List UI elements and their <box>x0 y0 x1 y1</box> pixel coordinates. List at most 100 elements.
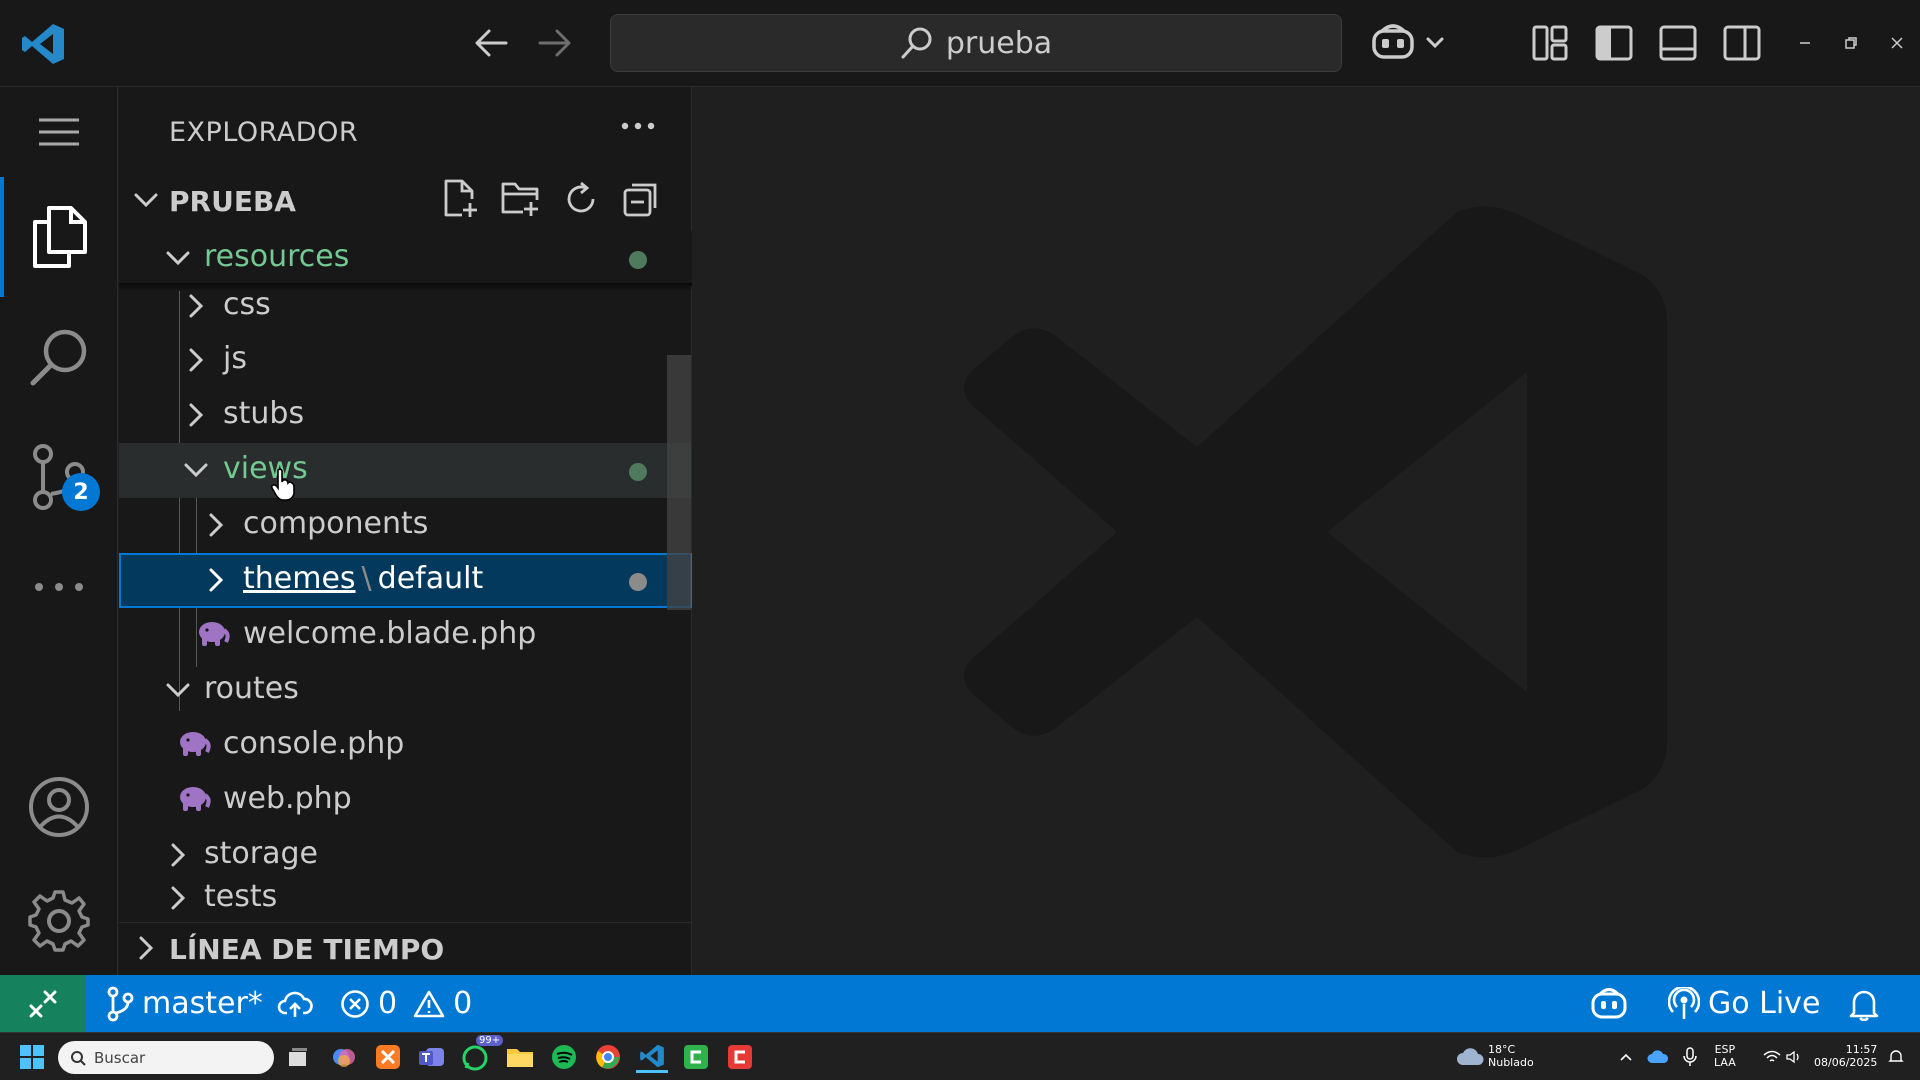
notification-center-icon[interactable] <box>1880 1041 1912 1073</box>
vscode-watermark-icon <box>964 206 1667 858</box>
tray-chevron-up-icon[interactable] <box>1610 1041 1642 1073</box>
sidebar-scrollbar[interactable] <box>667 355 691 610</box>
explorer-files-icon[interactable] <box>0 177 118 297</box>
microphone-icon[interactable] <box>1674 1041 1706 1073</box>
error-icon <box>341 989 369 1018</box>
weather-widget[interactable]: 18°C Nublado <box>1488 1043 1534 1069</box>
forward-arrow-icon[interactable] <box>532 20 578 66</box>
task-view-icon[interactable] <box>282 1041 314 1073</box>
whatsapp-icon[interactable]: 99+ <box>460 1035 504 1073</box>
toggle-panel-icon[interactable] <box>1658 20 1698 66</box>
clock[interactable]: 11:57 08/06/2025 <box>1814 1043 1877 1069</box>
timeline-section-header[interactable]: LÍNEA DE TIEMPO <box>119 922 692 975</box>
chevron-right-icon <box>139 936 154 960</box>
copilot-status-icon[interactable] <box>1590 975 1628 1032</box>
tree-folder-tests[interactable]: tests <box>119 871 692 921</box>
source-control-icon[interactable]: 2 <box>0 417 118 537</box>
vscode-window: prueba 2 EXPLORADOR PRUEBA resources css… <box>0 0 1920 1080</box>
chevron-right-icon <box>171 843 186 867</box>
tree-file-console[interactable]: console.php <box>119 718 692 773</box>
new-folder-icon[interactable] <box>499 177 543 221</box>
file-explorer-icon[interactable] <box>504 1041 536 1073</box>
path-separator: \ <box>361 561 372 596</box>
remote-indicator[interactable] <box>0 975 86 1032</box>
error-count: 0 <box>378 986 398 1021</box>
minimize-icon[interactable] <box>1790 28 1820 58</box>
problems-status[interactable]: 0 0 <box>340 975 472 1032</box>
modified-dot-icon <box>629 463 647 481</box>
collapse-all-icon[interactable] <box>619 177 663 221</box>
xampp-icon[interactable] <box>372 1041 404 1073</box>
search-icon <box>901 27 932 59</box>
modified-dot-icon <box>629 251 647 269</box>
volume-icon[interactable] <box>1778 1041 1810 1073</box>
toggle-primary-sidebar-icon[interactable] <box>1594 20 1634 66</box>
back-arrow-icon[interactable] <box>468 20 514 66</box>
cloud-upload-icon[interactable] <box>277 989 313 1019</box>
editor-area[interactable] <box>692 87 1920 975</box>
chevron-down-icon <box>134 193 158 208</box>
language-indicator[interactable]: ESP LAA <box>1714 1043 1736 1069</box>
more-views-icon[interactable] <box>0 537 118 637</box>
tree-label: components <box>243 506 429 541</box>
tree-label: css <box>223 287 271 322</box>
search-view-icon[interactable] <box>0 297 118 417</box>
tree-folder-views[interactable]: views <box>119 443 692 498</box>
windows-taskbar: Buscar 99+ 18°C Nublado ESP LAA 11:57 08… <box>0 1032 1920 1080</box>
clock-date: 08/06/2025 <box>1814 1056 1878 1069</box>
tree-label-compact: themes \ default <box>243 561 483 596</box>
tree-folder-stubs[interactable]: stubs <box>119 388 692 443</box>
php-elephant-icon <box>180 732 211 756</box>
copilot-menu-icon[interactable] <box>1370 20 1450 66</box>
tree-label: stubs <box>223 396 305 431</box>
tree-label-default[interactable]: default <box>378 561 484 596</box>
php-elephant-icon <box>180 787 211 811</box>
folder-name: PRUEBA <box>169 185 296 218</box>
command-center-search[interactable]: prueba <box>610 14 1342 72</box>
refresh-icon[interactable] <box>559 177 603 221</box>
account-icon[interactable] <box>0 747 118 867</box>
go-live-button[interactable]: Go Live <box>1668 975 1820 1032</box>
tree-label-themes[interactable]: themes <box>243 561 356 596</box>
go-live-label: Go Live <box>1708 986 1821 1021</box>
tree-file-web[interactable]: web.php <box>119 773 692 828</box>
menu-hamburger-icon[interactable] <box>0 87 118 177</box>
notifications-bell-icon[interactable] <box>1848 975 1880 1032</box>
spotify-icon[interactable] <box>548 1041 580 1073</box>
warning-icon <box>413 990 445 1017</box>
chrome-icon[interactable] <box>592 1041 624 1073</box>
tree-folder-resources[interactable]: resources <box>119 231 692 286</box>
onedrive-icon[interactable] <box>1642 1041 1674 1073</box>
close-icon[interactable] <box>1882 28 1912 58</box>
tree-label: resources <box>204 239 350 274</box>
chevron-down-icon <box>184 463 208 478</box>
more-actions-icon[interactable] <box>621 115 655 134</box>
tree-folder-themes-default[interactable]: themes \ default <box>119 553 692 608</box>
copilot-app-icon[interactable] <box>328 1041 360 1073</box>
branch-name: master* <box>142 986 263 1021</box>
weather-desc: Nublado <box>1488 1056 1534 1069</box>
search-text: prueba <box>945 25 1053 61</box>
lang-secondary: LAA <box>1714 1056 1736 1069</box>
tree-file-welcome[interactable]: welcome.blade.php <box>119 608 692 663</box>
camtasia-icon[interactable] <box>680 1041 712 1073</box>
windows-start-icon[interactable] <box>16 1041 48 1073</box>
new-file-icon[interactable] <box>439 177 483 221</box>
settings-gear-icon[interactable] <box>0 867 118 975</box>
tree-folder-components[interactable]: components <box>119 498 692 553</box>
weather-cloud-icon[interactable] <box>1454 1041 1486 1073</box>
tree-label: console.php <box>223 726 405 761</box>
customize-layout-icon[interactable] <box>1530 20 1570 66</box>
toggle-secondary-sidebar-icon[interactable] <box>1722 20 1762 66</box>
git-branch-status[interactable]: master* <box>106 975 313 1032</box>
tree-folder-routes[interactable]: routes <box>119 663 692 718</box>
mouse-cursor-icon <box>270 468 295 501</box>
vscode-taskbar-icon[interactable] <box>636 1041 668 1073</box>
tree-label: tests <box>204 879 278 914</box>
search-icon <box>71 1050 86 1066</box>
teams-icon[interactable] <box>416 1041 448 1073</box>
recorder-icon[interactable] <box>724 1041 756 1073</box>
tree-folder-js[interactable]: js <box>119 333 692 388</box>
taskbar-search-box[interactable]: Buscar <box>58 1041 274 1074</box>
restore-icon[interactable] <box>1836 28 1866 58</box>
